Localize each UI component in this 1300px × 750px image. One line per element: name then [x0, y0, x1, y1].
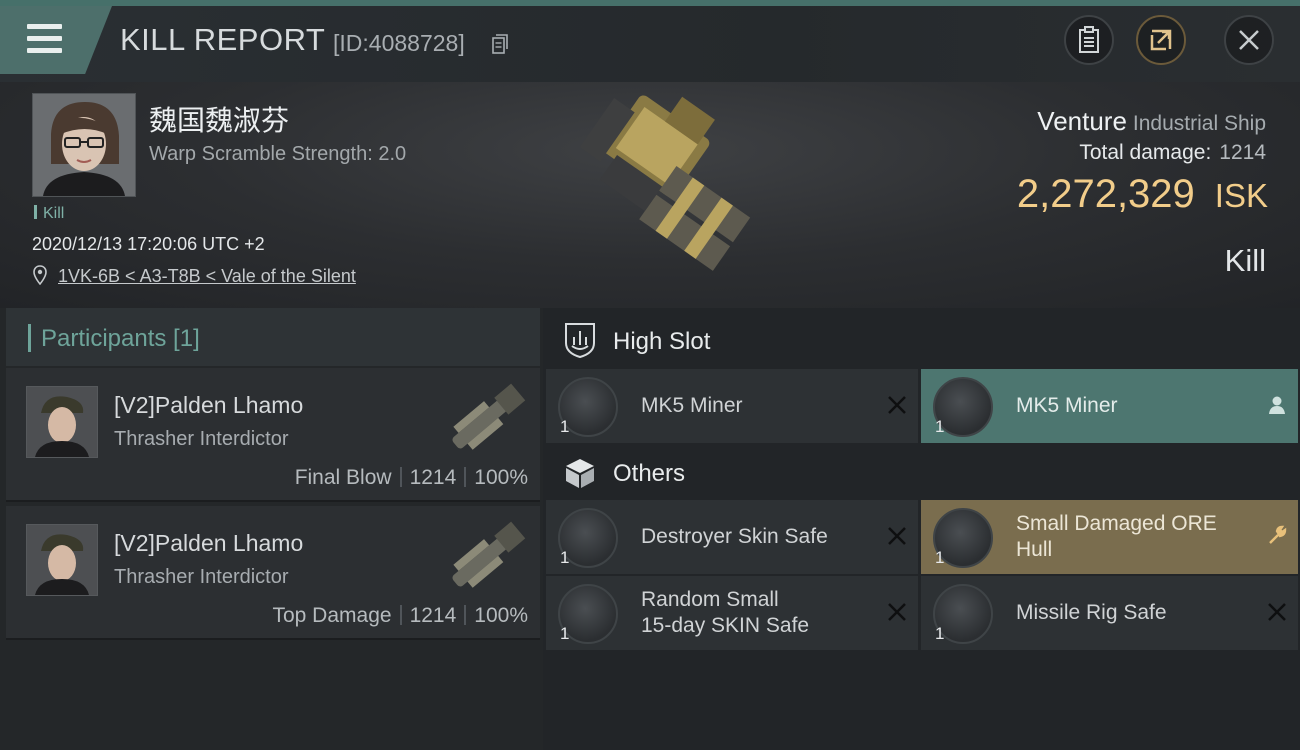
portrait-image — [33, 94, 135, 196]
kill-location[interactable]: 1VK-6B < A3-T8B < Vale of the Silent — [33, 265, 356, 287]
participant-name[interactable]: [V2]Palden Lhamo — [114, 530, 303, 557]
copy-icon[interactable] — [492, 34, 508, 54]
item-name: Small Damaged ORE Hull — [1016, 511, 1217, 563]
cargo-item-destroyed[interactable]: 1 Random Small 15-day SKIN Safe — [546, 576, 918, 650]
item-name: MK5 Miner — [1016, 394, 1118, 417]
participant-avatar[interactable] — [26, 524, 98, 596]
item-name: Random Small 15-day SKIN Safe — [641, 587, 809, 639]
module-slot-fitted[interactable]: 1 MK5 Miner — [921, 369, 1298, 443]
share-icon — [1150, 29, 1172, 51]
item-name-line2: 15-day SKIN Safe — [641, 614, 810, 637]
victim-portrait[interactable] — [32, 93, 136, 197]
wrench-icon — [1269, 525, 1287, 544]
total-damage-value: 1214 — [1219, 141, 1266, 164]
participants-accent-bar — [28, 324, 31, 352]
share-button[interactable] — [1136, 15, 1186, 65]
participants-header[interactable]: Participants [1] — [6, 308, 540, 366]
isk-value: 2,272,329 ISK — [1017, 172, 1268, 217]
close-icon — [888, 527, 906, 545]
participant-stats: Final Blow 1214 100% — [295, 466, 528, 490]
participant-portrait-image — [27, 387, 97, 457]
participant-label: Top Damage — [272, 604, 392, 627]
item-quantity: 1 — [560, 624, 570, 643]
module-slot-destroyed[interactable]: 1 MK5 Miner — [546, 369, 918, 443]
participant-percent: 100% — [474, 604, 528, 627]
participant-damage: 1214 — [409, 466, 457, 489]
report-id: [ID:4088728] — [333, 30, 465, 56]
high-slot-header: High Slot — [543, 311, 1300, 369]
isk-amount: 2,272,329 — [1016, 172, 1195, 216]
item-name-line1: Small Damaged ORE — [1016, 512, 1217, 535]
others-title: Others — [613, 460, 686, 487]
victim-name[interactable]: 魏国魏淑芬 — [149, 99, 289, 139]
participant-stats: Top Damage 1214 100% — [272, 604, 528, 628]
participant-avatar[interactable] — [26, 386, 98, 458]
kill-report-window: KILL REPORT [ID:4088728] 魏国魏淑芬 Warp Scra… — [0, 0, 1300, 750]
ship-name-line: Venture Industrial Ship — [1037, 106, 1266, 137]
kill-tag: Kill — [34, 205, 64, 223]
participant-percent: 100% — [474, 466, 528, 489]
location-pin-icon — [33, 265, 47, 286]
cargo-item-dropped[interactable]: 1 Small Damaged ORE Hull — [921, 500, 1298, 574]
item-name-line2: Hull — [1016, 538, 1053, 561]
close-icon — [888, 603, 906, 621]
cargo-box-icon — [566, 459, 594, 488]
participant-row[interactable]: [V2]Palden Lhamo Thrasher Interdictor Fi… — [6, 368, 540, 502]
participant-label: Final Blow — [294, 466, 392, 489]
close-icon — [1239, 30, 1259, 50]
item-quantity: 1 — [935, 548, 945, 567]
cargo-item-destroyed[interactable]: 1 Missile Rig Safe — [921, 576, 1298, 650]
item-quantity: 1 — [560, 417, 570, 436]
participant-ship: Thrasher Interdictor — [114, 566, 289, 588]
item-quantity: 1 — [935, 417, 945, 436]
total-damage-label: Total damage: — [1079, 141, 1212, 164]
participant-portrait-image — [27, 525, 97, 595]
participant-ship-image — [452, 383, 526, 450]
close-icon — [1268, 603, 1286, 621]
clipboard-icon — [1079, 26, 1099, 53]
item-quantity: 1 — [560, 548, 570, 567]
close-button[interactable] — [1224, 15, 1274, 65]
participants-title: Participants [1] — [41, 325, 200, 352]
page-title: KILL REPORT — [120, 22, 326, 57]
close-icon — [888, 396, 906, 414]
isk-unit: ISK — [1214, 177, 1268, 214]
ship-render-image — [579, 95, 751, 271]
clipboard-button[interactable] — [1064, 15, 1114, 65]
item-quantity: 1 — [935, 624, 945, 643]
hamburger-icon — [27, 24, 62, 54]
item-name: Missile Rig Safe — [1016, 601, 1167, 624]
others-header: Others — [543, 443, 1300, 501]
report-kind: Kill — [1224, 243, 1266, 278]
item-name-line1: Random Small — [641, 588, 779, 611]
participant-name[interactable]: [V2]Palden Lhamo — [114, 392, 303, 419]
total-damage: Total damage: 1214 — [1079, 141, 1266, 165]
high-slot-title: High Slot — [613, 328, 711, 355]
ship-class: Industrial Ship — [1132, 112, 1266, 135]
participant-ship: Thrasher Interdictor — [114, 428, 289, 450]
ship-name[interactable]: Venture — [1037, 106, 1127, 136]
participant-ship-image — [452, 521, 526, 588]
high-slot-icon — [565, 323, 595, 359]
item-name: MK5 Miner — [641, 394, 743, 417]
kill-datetime: 2020/12/13 17:20:06 UTC +2 — [32, 234, 265, 254]
participant-damage: 1214 — [409, 604, 457, 627]
item-name: Destroyer Skin Safe — [641, 525, 828, 548]
cargo-item-destroyed[interactable]: 1 Destroyer Skin Safe — [546, 500, 918, 574]
person-icon — [1269, 396, 1285, 414]
warp-scramble-strength: Warp Scramble Strength: 2.0 — [149, 143, 407, 165]
participant-row[interactable]: [V2]Palden Lhamo Thrasher Interdictor To… — [6, 506, 540, 640]
location-link[interactable]: 1VK-6B < A3-T8B < Vale of the Silent — [58, 266, 356, 286]
